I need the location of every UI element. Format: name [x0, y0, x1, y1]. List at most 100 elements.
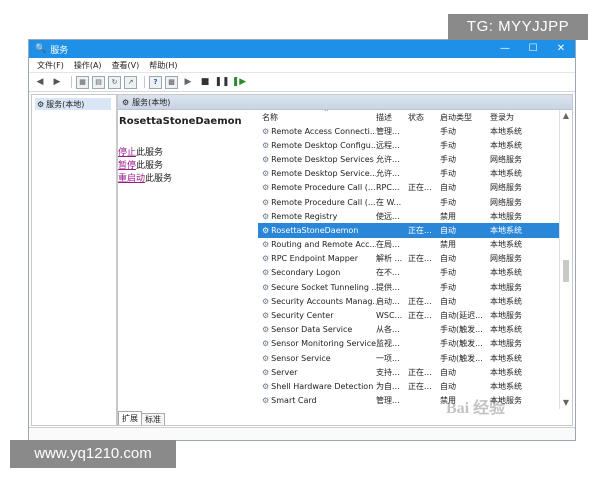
restart-service-link[interactable]: 重启动	[118, 174, 145, 184]
table-row[interactable]: ⚙ Routing and Remote Acc... 在局... 禁用 本地系统	[258, 238, 572, 252]
scroll-thumb[interactable]	[563, 260, 569, 282]
pause-icon[interactable]: ❚❚	[214, 75, 229, 89]
minimize-button[interactable]: —	[491, 40, 519, 58]
toolbar-separator	[144, 76, 145, 88]
scroll-down-icon[interactable]: ▼	[560, 397, 572, 409]
column-log-on-as[interactable]: 登录为	[490, 112, 530, 123]
column-description[interactable]: 描述	[376, 112, 408, 123]
play-icon[interactable]: ▶	[181, 75, 195, 89]
service-description-cell: 使远...	[376, 211, 400, 221]
table-row[interactable]: ⚙ Secure Socket Tunneling ... 提供... 手动 本地服务	[258, 280, 572, 294]
title-bar[interactable]: 🔍 服务 — ☐ ✕	[29, 40, 575, 58]
menu-action[interactable]: 操作(A)	[74, 60, 102, 71]
service-startup-cell: 手动	[440, 282, 456, 292]
pause-service-link[interactable]: 暂停	[118, 161, 136, 171]
service-name-cell: ⚙ Shell Hardware Detection	[258, 382, 376, 391]
table-row[interactable]: ⚙ Sensor Service 一项... 手动(触发... 本地系统	[258, 351, 572, 365]
table-row[interactable]: ⚙ Security Center WSC... 正在... 自动(延迟... 本地服务	[258, 308, 572, 322]
service-description-cell: 允许...	[376, 169, 400, 179]
service-logon-cell: 本地系统	[490, 140, 522, 150]
details-header-label: 服务(本地)	[132, 97, 171, 107]
table-row[interactable]: ⚙ Remote Procedure Call (... RPC... 正在... 自动…	[258, 181, 572, 195]
table-row[interactable]: ⚙ Remote Desktop Services 允许... 手动 网络服务	[258, 152, 572, 166]
service-status-cell: 正在...	[408, 381, 432, 391]
service-name-cell: ⚙ Remote Access Connecti...	[258, 127, 376, 136]
baidu-watermark: Bai 经验	[446, 400, 506, 417]
service-gear-icon: ⚙	[262, 311, 270, 321]
table-row[interactable]: ⚙ Smart Card 管理... 禁用 本地服务	[258, 394, 572, 408]
properties-icon[interactable]: ▩	[165, 75, 178, 89]
service-name-cell: ⚙ Routing and Remote Acc...	[258, 240, 376, 249]
service-gear-icon: ⚙	[262, 367, 270, 377]
service-startup-cell: 自动	[440, 367, 456, 377]
service-description-cell: 管理...	[376, 396, 400, 406]
window-title: 服务	[50, 45, 69, 56]
service-name-cell: ⚙ Remote Procedure Call (...	[258, 198, 376, 207]
service-name-text: Remote Desktop Configu...	[271, 140, 376, 150]
table-row[interactable]: ⚙ Server 支持... 正在... 自动 本地系统	[258, 365, 572, 379]
service-description-cell: 支持...	[376, 367, 400, 377]
service-name-text: Remote Desktop Service...	[271, 169, 376, 179]
table-row[interactable]: ⚙ Remote Access Connecti... 管理... 手动 本地系统	[258, 124, 572, 138]
help-icon[interactable]: ?	[149, 75, 162, 89]
menu-file[interactable]: 文件(F)	[37, 60, 64, 71]
console-tree-icon[interactable]: ▦	[76, 75, 89, 89]
table-row[interactable]: ⚙ Remote Procedure Call (... 在 W... 手动 网络服务	[258, 195, 572, 209]
service-gear-icon: ⚙	[262, 169, 270, 179]
service-gear-icon: ⚙	[262, 353, 270, 363]
tree-item-services-local[interactable]: ⚙ 服务(本地)	[35, 98, 111, 110]
close-button[interactable]: ✕	[547, 40, 575, 58]
table-row[interactable]: ⚙ Remote Desktop Configu... 远程... 手动 本地系统	[258, 138, 572, 152]
details-header: ⚙ 服务(本地)	[118, 95, 572, 110]
column-name[interactable]: 名称	[258, 112, 376, 123]
refresh-icon[interactable]: ↻	[108, 75, 121, 89]
table-row[interactable]: ⚙ Sensor Monitoring Service 监视... 手动(触发... 本…	[258, 337, 572, 351]
back-arrow-icon[interactable]: ◀	[33, 75, 47, 89]
service-description-cell: 在不...	[376, 268, 400, 278]
services-list: ⌃ 名称 描述 状态 启动类型 登录为 ⚙ Remote Access Conne…	[258, 110, 572, 409]
column-startup-type[interactable]: 启动类型	[440, 112, 490, 123]
service-name-text: Sensor Monitoring Service	[271, 339, 376, 349]
table-row[interactable]: ⚙ Remote Registry 使远... 禁用 本地服务	[258, 209, 572, 223]
service-description-cell: 管理...	[376, 126, 400, 136]
export-list-icon[interactable]: ↗	[124, 75, 137, 89]
service-name-cell: ⚙ Server	[258, 368, 376, 377]
service-logon-cell: 网络服务	[490, 183, 522, 193]
service-name-text: Smart Card	[271, 396, 317, 406]
service-startup-cell: 手动	[440, 197, 456, 207]
vertical-scrollbar[interactable]: ▲ ▼	[559, 110, 572, 409]
services-app-icon: 🔍	[35, 44, 47, 54]
table-row[interactable]: ⚙ RPC Endpoint Mapper 解析 ... 正在... 自动 网络服务	[258, 252, 572, 266]
forward-arrow-icon[interactable]: ▶	[50, 75, 64, 89]
service-name-cell: ⚙ RPC Endpoint Mapper	[258, 254, 376, 263]
stop-icon[interactable]: ■	[198, 75, 212, 89]
show-scope-icon[interactable]: ▤	[92, 75, 105, 89]
table-row[interactable]: ⚙ Shell Hardware Detection 为自... 正在... 自动 本地系…	[258, 379, 572, 393]
service-description-cell: 监视...	[376, 339, 400, 349]
service-description-cell: 一项...	[376, 353, 400, 363]
service-startup-cell: 自动(延迟...	[440, 311, 483, 321]
service-name-text: Shell Hardware Detection	[271, 381, 374, 391]
tab-extended[interactable]: 扩展	[118, 411, 142, 425]
table-row[interactable]: ⚙ Secondary Logon 在不... 手动 本地系统	[258, 266, 572, 280]
table-row[interactable]: ⚙ RosettaStoneDaemon 正在... 自动 本地系统	[258, 223, 572, 238]
column-status[interactable]: 状态	[408, 112, 440, 123]
tree-item-label: 服务(本地)	[46, 99, 85, 109]
service-logon-cell: 本地服务	[490, 282, 522, 292]
service-name-text: Security Accounts Manag...	[271, 296, 376, 306]
sort-up-icon: ⌃	[323, 110, 330, 117]
table-row[interactable]: ⚙ Remote Desktop Service... 允许... 手动 本地系统	[258, 167, 572, 181]
menu-view[interactable]: 查看(V)	[112, 60, 140, 71]
maximize-button[interactable]: ☐	[519, 40, 547, 58]
table-row[interactable]: ⚙ Security Accounts Manag... 启动... 正在... 自动 本…	[258, 294, 572, 308]
service-logon-cell: 本地系统	[490, 353, 522, 363]
table-row[interactable]: ⚙ Sensor Data Service 从各... 手动(触发... 本地系统	[258, 323, 572, 337]
scroll-up-icon[interactable]: ▲	[560, 110, 572, 122]
service-gear-icon: ⚙	[262, 325, 270, 335]
restart-icon[interactable]: ❚▶	[232, 75, 246, 89]
stop-service-link[interactable]: 停止	[118, 148, 136, 158]
menu-help[interactable]: 帮助(H)	[149, 60, 177, 71]
tab-standard[interactable]: 标准	[141, 413, 165, 425]
service-logon-cell: 网络服务	[490, 154, 522, 164]
service-name-cell: ⚙ Secure Socket Tunneling ...	[258, 283, 376, 292]
